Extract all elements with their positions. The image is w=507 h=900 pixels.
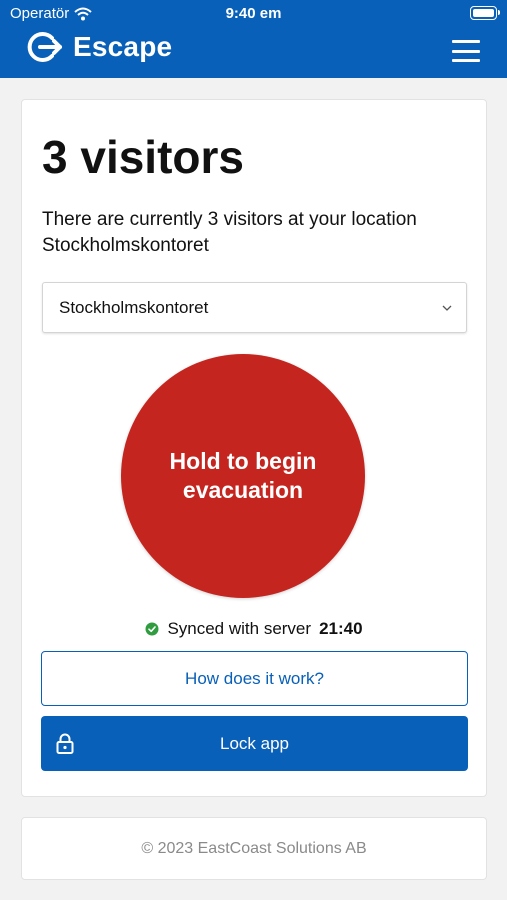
lock-app-button[interactable]: Lock app bbox=[41, 716, 468, 771]
brand: Escape bbox=[27, 30, 172, 64]
sync-text: Synced with server bbox=[167, 619, 312, 638]
location-select-value: Stockholmskontoret bbox=[59, 297, 209, 317]
sync-status: Synced with server 21:40 bbox=[22, 619, 486, 639]
visitors-description: There are currently 3 visitors at your l… bbox=[42, 209, 417, 256]
how-does-it-work-button[interactable]: How does it work? bbox=[41, 651, 468, 706]
status-time: 9:40 em bbox=[225, 5, 282, 22]
lock-app-label: Lock app bbox=[220, 733, 289, 753]
evacuation-button[interactable]: Hold to begin evacuation bbox=[121, 354, 365, 598]
app-name: Escape bbox=[73, 31, 173, 62]
battery-icon bbox=[470, 6, 500, 20]
location-select[interactable]: Stockholmskontoret bbox=[42, 282, 467, 333]
evacuation-button-label: Hold to begin evacuation bbox=[169, 448, 317, 503]
copyright-text: © 2023 EastCoast Solutions AB bbox=[141, 839, 367, 857]
page-title: 3 visitors bbox=[42, 131, 244, 183]
app-header: Operatör 9:40 em Escape bbox=[0, 0, 507, 78]
footer: © 2023 EastCoast Solutions AB bbox=[21, 817, 487, 880]
visitors-card: 3 visitors There are currently 3 visitor… bbox=[21, 99, 487, 797]
how-does-it-work-label: How does it work? bbox=[185, 668, 324, 688]
check-circle-icon bbox=[145, 622, 159, 636]
status-bar: Operatör 9:40 em bbox=[0, 0, 507, 28]
lock-icon bbox=[56, 733, 74, 754]
hamburger-menu-icon[interactable] bbox=[452, 40, 480, 62]
exit-arrow-icon bbox=[27, 32, 62, 62]
sync-time: 21:40 bbox=[319, 619, 363, 638]
chevron-down-icon bbox=[442, 305, 452, 311]
